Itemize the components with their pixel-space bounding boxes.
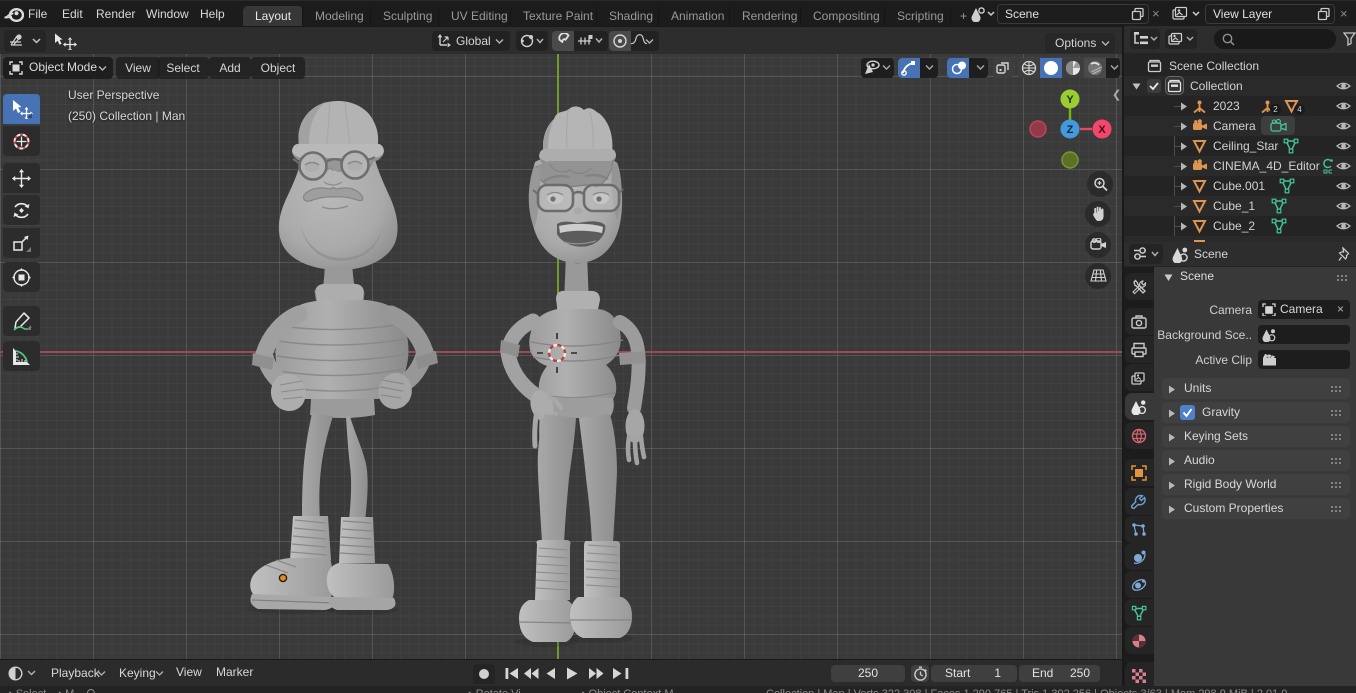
svg-text:Z: Z bbox=[1067, 124, 1074, 136]
svg-text:Y: Y bbox=[1066, 94, 1074, 106]
svg-text:X: X bbox=[1098, 124, 1106, 136]
